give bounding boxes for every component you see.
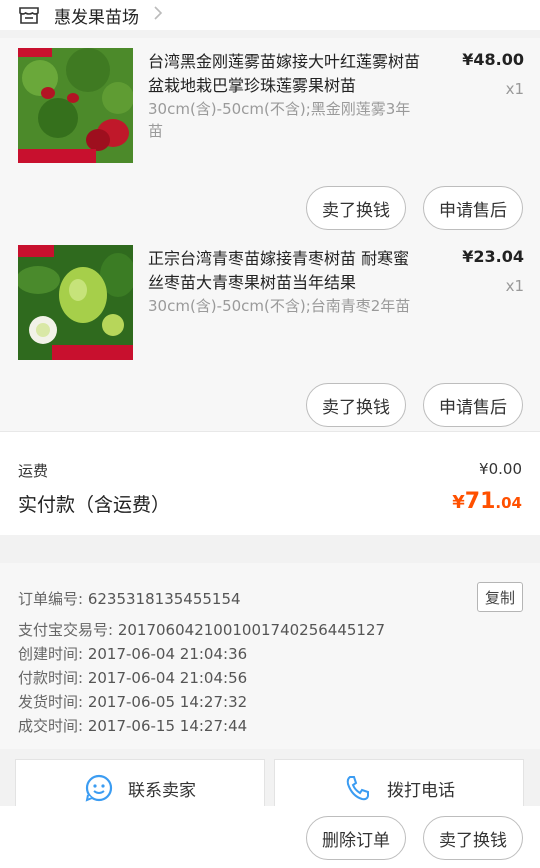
alipay-number: 支付宝交易号: 2017060421001001740256445127 <box>18 619 385 640</box>
product-price: ¥48.00 <box>462 50 524 69</box>
shipped-time: 发货时间: 2017-06-05 14:27:32 <box>18 691 247 712</box>
after-sale-button[interactable]: 申请售后 <box>423 383 523 427</box>
paid-time: 付款时间: 2017-06-04 21:04:56 <box>18 667 247 688</box>
chevron-right-icon <box>153 5 163 26</box>
product-quantity: x1 <box>505 80 524 98</box>
paid-time-label: 付款时间: <box>18 669 84 687</box>
product-title[interactable]: 正宗台湾青枣苗嫁接青枣树苗 耐寒蜜丝枣苗大青枣果树苗当年结果 <box>148 247 420 295</box>
sell-button[interactable]: 卖了换钱 <box>306 383 406 427</box>
shipping-label: 运费 <box>18 462 49 480</box>
order-totals: 运费 ¥0.00 实付款（含运费） ¥71.04 <box>0 431 540 535</box>
contact-seller-label: 联系卖家 <box>128 780 196 801</box>
order-item[interactable]: 正宗台湾青枣苗嫁接青枣树苗 耐寒蜜丝枣苗大青枣果树苗当年结果 30cm(含)-5… <box>0 235 540 431</box>
after-sale-button[interactable]: 申请售后 <box>423 186 523 230</box>
order-item[interactable]: 台湾黑金刚莲雾苗嫁接大叶红莲雾树苗盆栽地栽巴掌珍珠莲雾果树苗 30cm(含)-5… <box>0 38 540 235</box>
paid-currency: ¥ <box>452 492 465 513</box>
created-value: 2017-06-04 21:04:36 <box>87 645 248 663</box>
order-number-value: 6235318135455154 <box>87 590 241 608</box>
paid-integer: 71 <box>464 489 496 514</box>
completed-value: 2017-06-15 14:27:44 <box>87 717 248 735</box>
shipping-value: ¥0.00 <box>479 460 522 478</box>
product-sku: 30cm(含)-50cm(不含);黑金刚莲雾3年苗 <box>148 100 411 140</box>
order-number-label: 订单编号: <box>18 590 84 608</box>
created-time: 创建时间: 2017-06-04 21:04:36 <box>18 643 247 664</box>
bottom-action-bar: 删除订单 卖了换钱 <box>0 806 540 868</box>
paid-decimal: .04 <box>495 494 522 512</box>
copy-button[interactable]: 复制 <box>477 582 523 612</box>
product-title[interactable]: 台湾黑金刚莲雾苗嫁接大叶红莲雾树苗盆栽地栽巴掌珍珠莲雾果树苗 <box>148 50 420 98</box>
contact-bar: 联系卖家 拨打电话 <box>0 749 540 817</box>
created-label: 创建时间: <box>18 645 84 663</box>
store-icon <box>18 5 40 25</box>
shop-header[interactable]: 惠发果苗场 <box>0 0 540 30</box>
order-number: 订单编号: 6235318135455154 <box>18 588 241 609</box>
sell-button[interactable]: 卖了换钱 <box>423 816 523 860</box>
product-price: ¥23.04 <box>462 247 524 266</box>
paid-label: 实付款（含运费） <box>18 494 171 516</box>
order-info: 订单编号: 6235318135455154 复制 支付宝交易号: 201706… <box>0 563 540 749</box>
delete-order-button[interactable]: 删除订单 <box>306 816 406 860</box>
alipay-label: 支付宝交易号: <box>18 621 114 639</box>
product-thumbnail[interactable] <box>18 245 133 360</box>
sell-button[interactable]: 卖了换钱 <box>306 186 406 230</box>
completed-label: 成交时间: <box>18 717 84 735</box>
shop-name[interactable]: 惠发果苗场 <box>54 3 139 28</box>
call-phone-label: 拨打电话 <box>387 780 455 801</box>
shipped-label: 发货时间: <box>18 693 84 711</box>
product-thumbnail[interactable] <box>18 48 133 163</box>
product-sku: 30cm(含)-50cm(不含);台南青枣2年苗 <box>148 297 411 315</box>
paid-amount: ¥71.04 <box>452 489 522 514</box>
alipay-value: 2017060421001001740256445127 <box>117 621 386 639</box>
shipped-value: 2017-06-05 14:27:32 <box>87 693 248 711</box>
product-quantity: x1 <box>505 277 524 295</box>
phone-icon <box>346 776 369 801</box>
paid-time-value: 2017-06-04 21:04:56 <box>87 669 248 687</box>
completed-time: 成交时间: 2017-06-15 14:27:44 <box>18 715 247 736</box>
order-items: 台湾黑金刚莲雾苗嫁接大叶红莲雾树苗盆栽地栽巴掌珍珠莲雾果树苗 30cm(含)-5… <box>0 38 540 431</box>
chat-smile-icon <box>85 774 113 802</box>
